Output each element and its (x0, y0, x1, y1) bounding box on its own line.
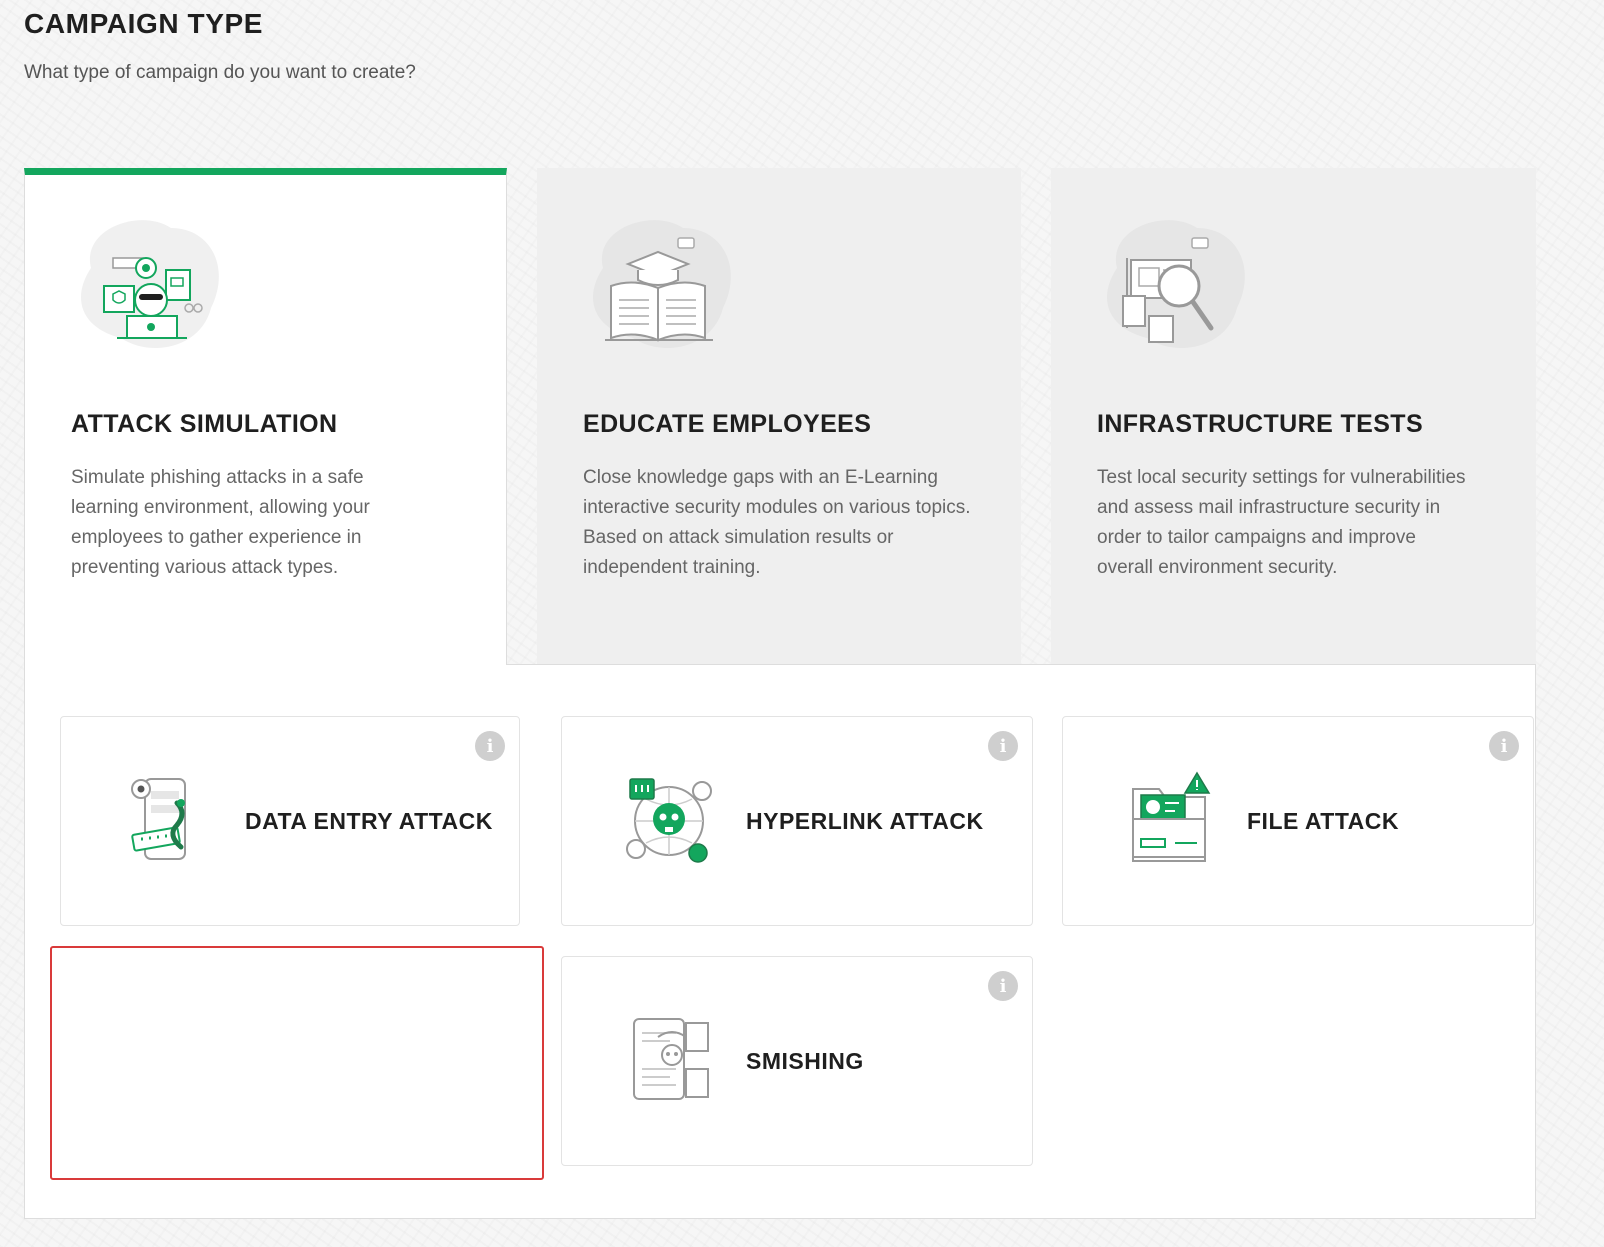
page-title: CAMPAIGN TYPE (24, 8, 264, 39)
tab-description: Close knowledge gaps with an E-Learning … (583, 467, 971, 578)
folder-skull-icon (1132, 771, 1211, 862)
phone-password-icon (131, 778, 186, 860)
tab-attack-simulation[interactable]: ATTACK SIMULATION Simulate phishing atta… (24, 168, 507, 665)
info-icon[interactable]: i (475, 731, 505, 761)
page-subtitle: What type of campaign do you want to cre… (24, 62, 416, 83)
file-attack-card[interactable]: FILE ATTACK i (1062, 716, 1534, 926)
tab-title: ATTACK SIMULATION (71, 410, 338, 438)
panel-divider (506, 664, 1536, 665)
card-label: DATA ENTRY ATTACK (245, 808, 493, 834)
phone-sms-skull-icon (633, 1018, 709, 1100)
globe-skull-icon (626, 778, 712, 863)
data-entry-attack-card[interactable]: DATA ENTRY ATTACK i (60, 716, 520, 926)
tab-educate-employees[interactable]: EDUCATE EMPLOYEES Close knowledge gaps w… (537, 168, 1021, 664)
tab-description: Test local security settings for vulnera… (1097, 467, 1466, 578)
tab-title: INFRASTRUCTURE TESTS (1097, 410, 1424, 438)
card-label: PORTABLE MEDIA ATTACK (245, 1031, 457, 1091)
tab-title: EDUCATE EMPLOYEES (583, 410, 872, 438)
card-label: SMISHING (746, 1048, 864, 1074)
smishing-card[interactable]: SMISHING i (561, 956, 1033, 1166)
tab-description: Simulate phishing attacks in a safe lear… (71, 467, 370, 578)
hacker-laptop-icon (81, 220, 219, 348)
card-label: HYPERLINK ATTACK (746, 808, 984, 834)
info-icon[interactable]: i (487, 971, 517, 1001)
usb-stick-skull-icon (127, 1011, 206, 1105)
card-label: FILE ATTACK (1247, 808, 1399, 834)
info-icon[interactable]: i (988, 731, 1018, 761)
info-icon[interactable]: i (1489, 731, 1519, 761)
info-icon[interactable]: i (988, 971, 1018, 1001)
tab-infrastructure-tests[interactable]: INFRASTRUCTURE TESTS Test local security… (1051, 168, 1536, 664)
book-graduation-cap-icon (593, 220, 731, 348)
portable-media-attack-card[interactable]: PORTABLE MEDIA ATTACK i (60, 956, 532, 1166)
hyperlink-attack-card[interactable]: HYPERLINK ATTACK i (561, 716, 1033, 926)
magnifier-documents-icon (1107, 220, 1245, 348)
